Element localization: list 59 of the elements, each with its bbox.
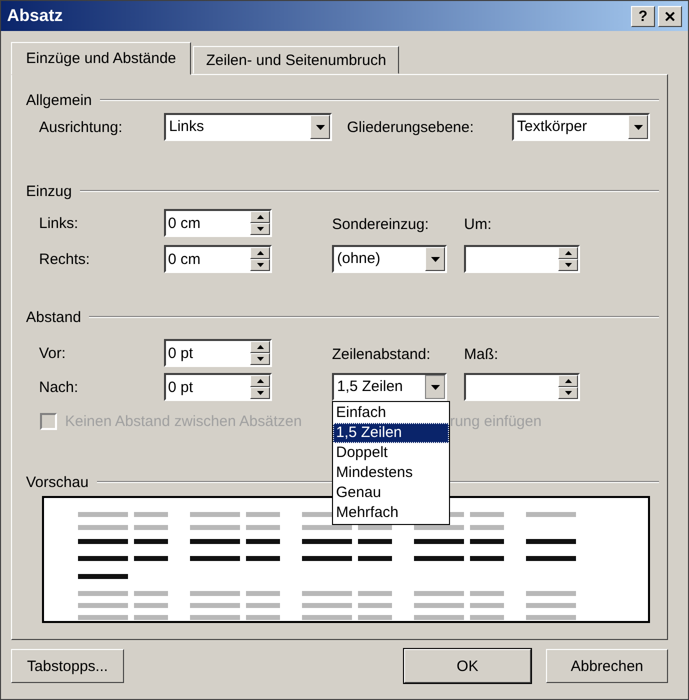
up-arrow-icon xyxy=(256,251,264,255)
spin-down-button[interactable] xyxy=(250,387,270,399)
spin-up-button[interactable] xyxy=(250,341,270,353)
down-arrow-icon xyxy=(256,227,264,231)
down-arrow-icon xyxy=(256,391,264,395)
spin-down-button[interactable] xyxy=(250,353,270,365)
tab[interactable]: Einzüge und Abstände xyxy=(11,42,192,75)
dropdown-option[interactable]: Einfach xyxy=(333,403,449,423)
spin-down-button[interactable] xyxy=(558,387,578,399)
down-arrow-icon xyxy=(564,263,572,267)
up-arrow-icon xyxy=(564,251,572,255)
spin-up-button[interactable] xyxy=(250,211,270,223)
section-heading: Abstand xyxy=(26,308,82,326)
section-heading: Vorschau xyxy=(26,474,89,490)
field-label: Vor: xyxy=(39,344,67,362)
section-heading: Allgemein xyxy=(26,92,92,108)
dropdown-option[interactable]: 1,5 Zeilen xyxy=(333,423,449,443)
section-heading: Einzug xyxy=(26,182,72,200)
tabstops-button[interactable]: Tabstopps... xyxy=(11,649,124,683)
dropdown-option[interactable]: Mindestens xyxy=(333,463,449,483)
tab[interactable]: Zeilen- und Seitenumbruch xyxy=(193,46,400,74)
ok-button[interactable]: OK xyxy=(404,649,531,683)
dropdown-option[interactable]: Mehrfach xyxy=(333,503,449,523)
spin-up-button[interactable] xyxy=(250,247,270,259)
field-label: Links: xyxy=(39,214,80,232)
field-label: Ausrichtung: xyxy=(39,118,124,136)
alignment-select[interactable]: Links xyxy=(164,113,332,141)
help-button[interactable]: ? xyxy=(631,6,655,26)
caret-icon xyxy=(634,124,642,130)
dropdown-option[interactable]: Doppelt xyxy=(333,443,449,463)
field-label: Rechts: xyxy=(39,250,91,268)
caret-icon xyxy=(430,256,440,262)
spin-down-button[interactable] xyxy=(558,259,578,271)
field-label: Maß: xyxy=(464,346,500,365)
field-label: Zeilenabstand: xyxy=(332,346,432,365)
dropdown-option[interactable]: Genau xyxy=(333,483,449,503)
close-button[interactable] xyxy=(658,6,682,26)
cancel-button[interactable]: Abbrechen xyxy=(546,649,668,683)
field-label: Nach: xyxy=(39,378,80,396)
spin-up-button[interactable] xyxy=(558,375,578,387)
spin-down-button[interactable] xyxy=(250,259,270,271)
up-arrow-icon xyxy=(256,215,264,219)
up-arrow-icon xyxy=(256,345,264,349)
window-title: Absatz xyxy=(7,6,63,26)
spin-up-button[interactable] xyxy=(250,375,270,387)
spin-down-button[interactable] xyxy=(250,223,270,235)
caret-icon xyxy=(430,384,440,390)
field-label: Gliederungsebene: xyxy=(347,118,475,136)
spin-up-button[interactable] xyxy=(558,247,578,259)
up-arrow-icon xyxy=(564,379,572,383)
field-label: Um: xyxy=(464,216,492,235)
down-arrow-icon xyxy=(564,391,572,395)
down-arrow-icon xyxy=(256,357,264,361)
close-icon xyxy=(665,12,675,20)
caret-icon xyxy=(316,124,324,130)
field-label: Sondereinzug: xyxy=(332,216,430,235)
down-arrow-icon xyxy=(256,263,264,267)
dropdown-button[interactable] xyxy=(425,375,445,399)
up-arrow-icon xyxy=(256,379,264,383)
